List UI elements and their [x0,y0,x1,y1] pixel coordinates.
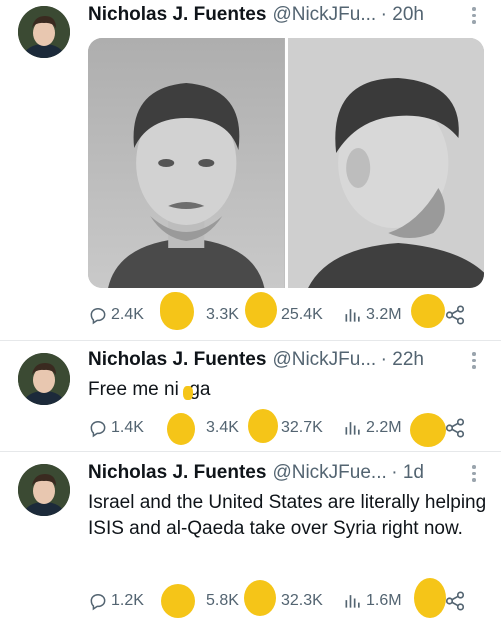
user-handle[interactable]: @NickJFu... [272,4,376,25]
tweet-header: Nicholas J. Fuentes @NickJFu... · 20h [88,4,501,32]
reply-icon [90,307,106,325]
more-icon[interactable] [471,352,477,370]
tweet-3[interactable]: Nicholas J. Fuentes @NickJFue... · 1d Isr… [0,452,501,620]
reply-count: 1.4K [111,419,144,436]
redaction-mark [244,580,276,616]
like-count: 32.3K [281,592,323,609]
display-name[interactable]: Nicholas J. Fuentes [88,4,266,25]
reply-button[interactable]: 1.4K [88,415,144,441]
views-icon [345,422,360,435]
redaction-mark [410,413,446,447]
mugshot-profile-photo[interactable] [287,38,484,288]
reply-button[interactable]: 2.4K [88,302,144,328]
repost-count: 3.3K [206,306,239,323]
repost-count: 3.4K [206,419,239,436]
avatar[interactable] [18,464,70,516]
tweet-media[interactable] [88,38,484,288]
views-icon [345,309,360,322]
reply-icon [90,593,106,611]
views-button[interactable]: 3.2M [343,302,402,328]
views-count: 3.2M [366,306,402,323]
views-count: 2.2M [366,419,402,436]
like-count: 32.7K [281,419,323,436]
more-icon[interactable] [471,7,477,25]
redaction-mark [167,413,195,445]
tweet-header: Nicholas J. Fuentes @NickJFu... · 22h [88,349,501,377]
reply-count: 1.2K [111,592,144,609]
redaction-mark [248,409,278,443]
tweet-1[interactable]: Nicholas J. Fuentes @NickJFu... · 20h 2.… [0,0,501,340]
redaction-mark [411,294,445,328]
views-icon [345,595,360,608]
redaction-mark [161,584,195,618]
views-count: 1.6M [366,592,402,609]
avatar[interactable] [18,353,70,405]
tweet-2[interactable]: Nicholas J. Fuentes @NickJFu... · 22h Fre… [0,341,501,451]
like-count: 25.4K [281,306,323,323]
user-handle[interactable]: @NickJFue... [272,462,386,483]
timestamp[interactable]: · 22h [381,349,424,370]
redaction-mark [183,386,193,400]
display-name[interactable]: Nicholas J. Fuentes [88,349,266,370]
timestamp[interactable]: · 20h [381,4,424,25]
share-icon[interactable] [444,590,466,612]
share-icon[interactable] [444,304,466,326]
tweet-text: Israel and the United States are literal… [88,492,487,539]
reply-button[interactable]: 1.2K [88,588,144,614]
reply-count: 2.4K [111,306,144,323]
timestamp[interactable]: · 1d [391,462,424,483]
user-handle[interactable]: @NickJFu... [272,349,376,370]
mugshot-front-photo[interactable] [88,38,285,288]
repost-count: 5.8K [206,592,239,609]
more-icon[interactable] [471,465,477,483]
reply-icon [90,420,106,438]
tweet-header: Nicholas J. Fuentes @NickJFue... · 1d [88,462,501,490]
tweet-text: Free me ni ga [88,379,211,400]
share-icon[interactable] [444,417,466,439]
redaction-mark [245,292,277,328]
views-button[interactable]: 1.6M [343,588,402,614]
avatar[interactable] [18,6,70,58]
views-button[interactable]: 2.2M [343,415,402,441]
redaction-mark [414,578,446,618]
display-name[interactable]: Nicholas J. Fuentes [88,462,266,483]
redaction-mark [160,292,194,330]
